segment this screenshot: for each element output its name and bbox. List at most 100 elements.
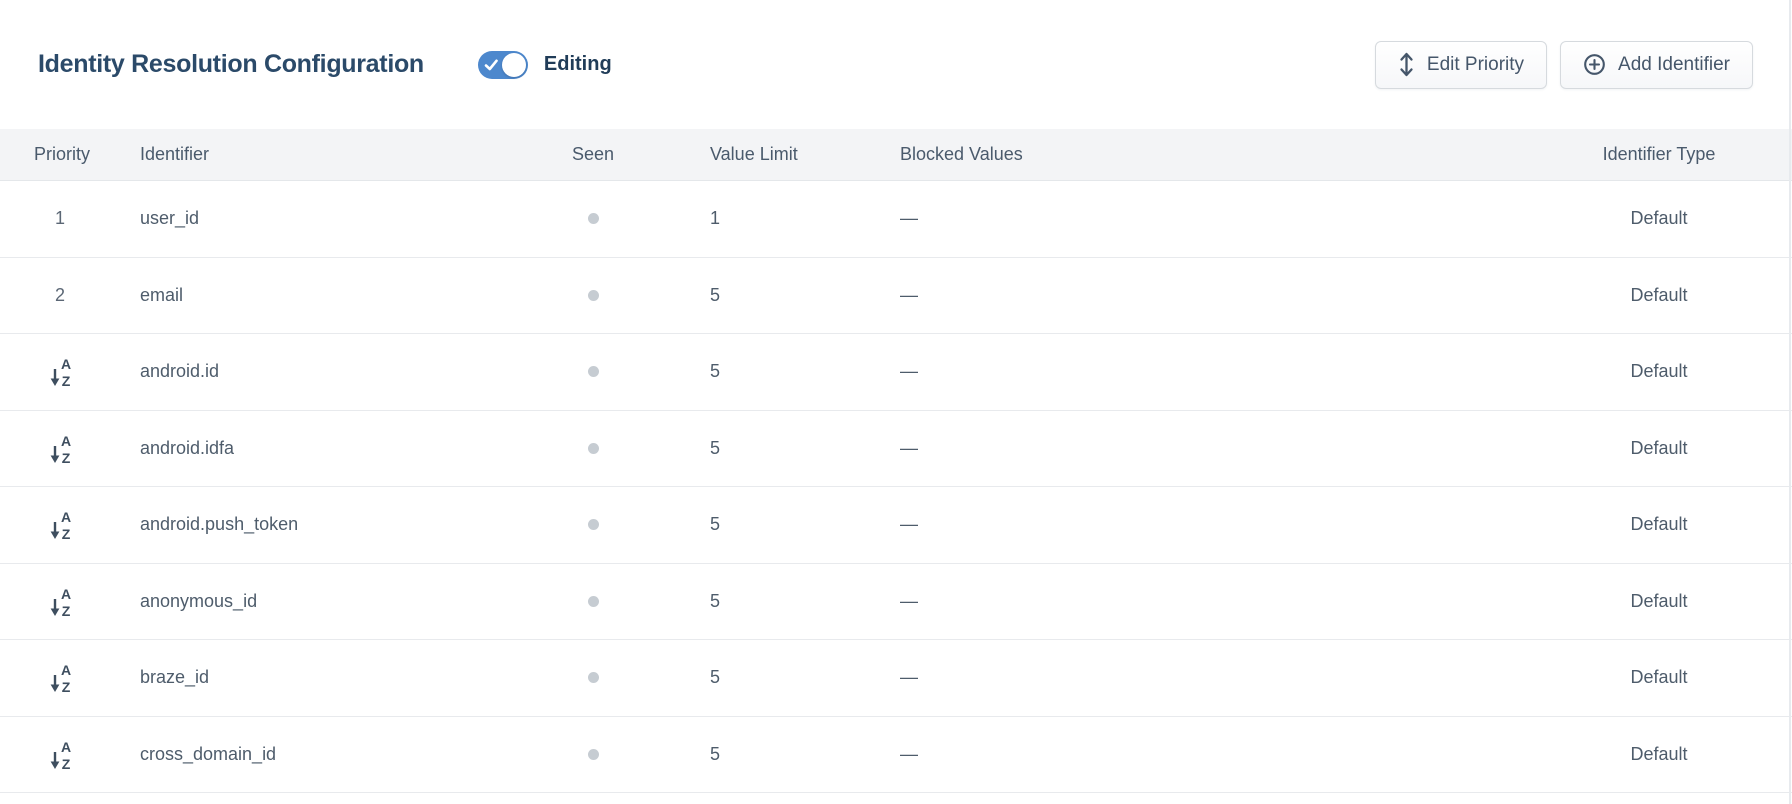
- table-row[interactable]: AZbraze_id5—Default: [0, 640, 1792, 717]
- priority-cell: AZ: [0, 487, 120, 563]
- page-title: Identity Resolution Configuration: [38, 50, 424, 79]
- column-header-blocked-values: Blocked Values: [880, 129, 1552, 180]
- identifier-cell: android.idfa: [120, 411, 536, 487]
- svg-text:Z: Z: [61, 679, 70, 693]
- editing-toggle-group: Editing: [478, 51, 612, 79]
- editing-toggle[interactable]: [478, 51, 528, 79]
- table-row[interactable]: AZanonymous_id5—Default: [0, 564, 1792, 641]
- table-body: 1user_id1—Default2email5—DefaultAZandroi…: [0, 181, 1792, 793]
- edit-priority-button-label: Edit Priority: [1427, 54, 1524, 76]
- add-identifier-button-label: Add Identifier: [1618, 54, 1730, 76]
- value-limit-cell: 5: [650, 640, 880, 716]
- priority-cell: AZ: [0, 334, 120, 410]
- table-header-row: Priority Identifier Seen Value Limit Blo…: [0, 129, 1792, 181]
- table-row[interactable]: AZandroid.id5—Default: [0, 334, 1792, 411]
- seen-indicator-dot: [588, 596, 599, 607]
- identifier-type-cell: Default: [1552, 640, 1792, 716]
- seen-indicator-dot: [588, 749, 599, 760]
- svg-text:A: A: [60, 586, 70, 602]
- table-row[interactable]: AZandroid.idfa5—Default: [0, 411, 1792, 488]
- identifier-cell: android.push_token: [120, 487, 536, 563]
- value-limit-cell: 5: [650, 411, 880, 487]
- svg-text:A: A: [60, 356, 70, 372]
- seen-indicator-dot: [588, 672, 599, 683]
- up-down-arrow-icon: [1398, 52, 1415, 77]
- identifier-cell: email: [120, 258, 536, 334]
- seen-cell: [536, 487, 650, 563]
- value-limit-cell: 5: [650, 334, 880, 410]
- sort-alphabetical-icon: AZ: [47, 739, 74, 770]
- priority-cell: 2: [0, 258, 120, 334]
- svg-text:Z: Z: [61, 756, 70, 770]
- svg-text:Z: Z: [61, 373, 70, 387]
- seen-indicator-dot: [588, 290, 599, 301]
- seen-indicator-dot: [588, 213, 599, 224]
- seen-indicator-dot: [588, 443, 599, 454]
- blocked-values-cell: —: [880, 411, 1552, 487]
- sort-alphabetical-icon: AZ: [47, 586, 74, 617]
- identifier-type-cell: Default: [1552, 181, 1792, 257]
- add-identifier-button[interactable]: Add Identifier: [1560, 41, 1753, 89]
- blocked-values-cell: —: [880, 640, 1552, 716]
- column-header-identifier: Identifier: [120, 129, 536, 180]
- sort-alphabetical-icon: AZ: [47, 356, 74, 387]
- seen-indicator-dot: [588, 366, 599, 377]
- identifier-cell: cross_domain_id: [120, 717, 536, 793]
- seen-cell: [536, 334, 650, 410]
- scrollbar-track[interactable]: [1789, 0, 1791, 804]
- blocked-values-cell: —: [880, 487, 1552, 563]
- priority-number: 2: [55, 285, 65, 306]
- edit-priority-button[interactable]: Edit Priority: [1375, 41, 1547, 89]
- identifier-type-cell: Default: [1552, 487, 1792, 563]
- check-icon: [484, 58, 499, 72]
- table-row[interactable]: AZcross_domain_id5—Default: [0, 717, 1792, 794]
- column-header-identifier-type: Identifier Type: [1552, 129, 1792, 180]
- value-limit-cell: 5: [650, 564, 880, 640]
- blocked-values-cell: —: [880, 258, 1552, 334]
- seen-cell: [536, 564, 650, 640]
- priority-cell: AZ: [0, 411, 120, 487]
- sort-alphabetical-icon: AZ: [47, 433, 74, 464]
- identifier-cell: user_id: [120, 181, 536, 257]
- svg-text:Z: Z: [61, 450, 70, 464]
- seen-cell: [536, 640, 650, 716]
- priority-cell: 1: [0, 181, 120, 257]
- value-limit-cell: 1: [650, 181, 880, 257]
- identifier-cell: anonymous_id: [120, 564, 536, 640]
- toggle-knob: [502, 53, 526, 77]
- identifier-type-cell: Default: [1552, 717, 1792, 793]
- sort-alphabetical-icon: AZ: [47, 662, 74, 693]
- blocked-values-cell: —: [880, 181, 1552, 257]
- identifier-type-cell: Default: [1552, 258, 1792, 334]
- identifier-type-cell: Default: [1552, 564, 1792, 640]
- svg-text:A: A: [60, 509, 70, 525]
- svg-text:Z: Z: [61, 526, 70, 540]
- blocked-values-cell: —: [880, 717, 1552, 793]
- svg-text:A: A: [60, 739, 70, 755]
- blocked-values-cell: —: [880, 564, 1552, 640]
- priority-cell: AZ: [0, 640, 120, 716]
- seen-indicator-dot: [588, 519, 599, 530]
- priority-number: 1: [55, 208, 65, 229]
- value-limit-cell: 5: [650, 487, 880, 563]
- seen-cell: [536, 258, 650, 334]
- page-header: Identity Resolution Configuration Editin…: [0, 0, 1792, 129]
- identifier-cell: android.id: [120, 334, 536, 410]
- column-header-seen: Seen: [536, 129, 650, 180]
- table-row[interactable]: 1user_id1—Default: [0, 181, 1792, 258]
- svg-text:A: A: [60, 662, 70, 678]
- circle-plus-icon: [1583, 53, 1606, 76]
- identifier-cell: braze_id: [120, 640, 536, 716]
- table-row[interactable]: 2email5—Default: [0, 258, 1792, 335]
- identity-table: Priority Identifier Seen Value Limit Blo…: [0, 129, 1792, 793]
- editing-toggle-label: Editing: [544, 53, 612, 76]
- header-actions: Edit Priority Add Identifier: [1375, 41, 1753, 89]
- column-header-value-limit: Value Limit: [650, 129, 880, 180]
- sort-alphabetical-icon: AZ: [47, 509, 74, 540]
- svg-text:A: A: [60, 433, 70, 449]
- svg-text:Z: Z: [61, 603, 70, 617]
- identifier-type-cell: Default: [1552, 334, 1792, 410]
- priority-cell: AZ: [0, 717, 120, 793]
- priority-cell: AZ: [0, 564, 120, 640]
- table-row[interactable]: AZandroid.push_token5—Default: [0, 487, 1792, 564]
